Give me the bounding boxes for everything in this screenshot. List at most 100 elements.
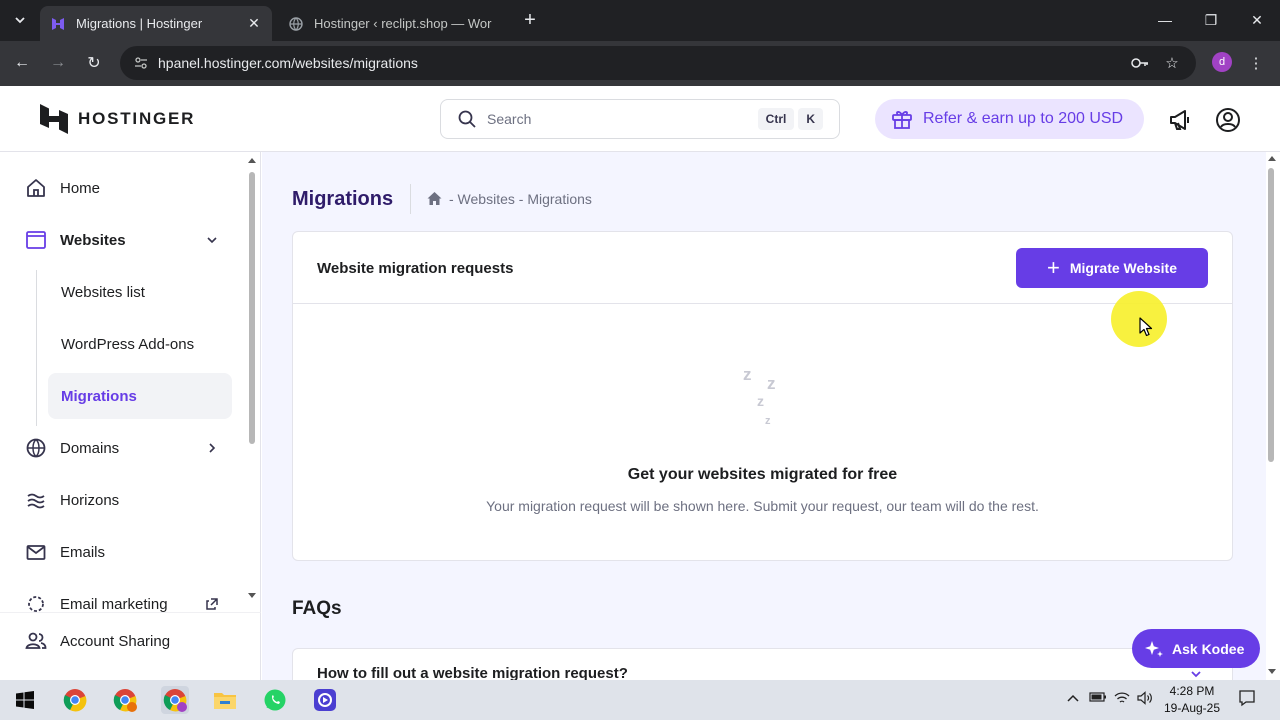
shortcut-k: K	[798, 108, 823, 130]
chrome-profile-n-icon[interactable]	[111, 686, 139, 714]
svg-text:z: z	[765, 415, 771, 427]
shortcut-ctrl: Ctrl	[757, 108, 795, 130]
submenu-line	[36, 270, 37, 426]
tab-close-icon[interactable]: ✕	[246, 15, 262, 32]
sidebar-item-label: Email marketing	[60, 595, 168, 613]
sidebar-item-domains[interactable]: Domains	[0, 422, 248, 474]
site-settings-icon[interactable]	[126, 56, 156, 70]
scroll-up-arrow-icon[interactable]	[1267, 154, 1277, 162]
sidebar-item-account-sharing[interactable]: Account Sharing	[0, 615, 248, 667]
hostinger-logo[interactable]: HOSTINGER	[40, 104, 195, 134]
migrate-website-button[interactable]: + Migrate Website	[1016, 248, 1208, 288]
chevron-down-icon	[1191, 671, 1201, 678]
browser-window-icon	[25, 229, 47, 251]
sidebar-item-horizons[interactable]: Horizons	[0, 474, 248, 526]
notification-icon[interactable]	[1238, 689, 1256, 710]
sleeping-zzz-icon: z z z z	[743, 365, 776, 427]
globe-favicon-icon	[288, 16, 304, 32]
sidebar-item-label: Home	[60, 179, 101, 197]
ask-kodee-label: Ask Kodee	[1172, 640, 1245, 657]
scroll-down-arrow-icon[interactable]	[1267, 668, 1277, 676]
plus-icon: +	[1047, 255, 1060, 280]
file-explorer-icon[interactable]	[211, 686, 239, 714]
clock-date: 19-Aug-25	[1163, 701, 1221, 715]
system-clock[interactable]: 4:28 PM 19-Aug-25	[1160, 683, 1224, 717]
speaker-icon[interactable]	[1137, 691, 1153, 708]
url-text: hpanel.hostinger.com/websites/migrations	[158, 55, 418, 71]
whatsapp-icon[interactable]	[261, 686, 289, 714]
sidebar-subitem-websites-list[interactable]: Websites list	[48, 269, 232, 315]
tab-search-icon[interactable]	[8, 8, 32, 32]
refer-earn-button[interactable]: Refer & earn up to 200 USD	[875, 99, 1144, 139]
sidebar-scrollbar-thumb[interactable]	[249, 172, 255, 444]
svg-text:z: z	[743, 365, 752, 384]
empty-state-description: Your migration request will be shown her…	[486, 498, 1039, 514]
tab-migrations[interactable]: Migrations | Hostinger ✕	[40, 6, 272, 41]
address-bar-row: ← → ↻ hpanel.hostinger.com/websites/migr…	[0, 41, 1280, 86]
forward-icon[interactable]: →	[44, 49, 72, 77]
omnibox[interactable]: hpanel.hostinger.com/websites/migrations	[120, 46, 1196, 80]
windows-start-icon[interactable]	[11, 686, 39, 714]
breadcrumb: - Websites - Migrations	[426, 190, 592, 207]
windows-taskbar: 4:28 PM 19-Aug-25	[0, 680, 1280, 720]
search-icon	[458, 110, 476, 128]
chevron-right-icon	[209, 443, 216, 453]
tab-title: Migrations | Hostinger	[76, 16, 203, 31]
tray-overflow-icon[interactable]	[1066, 691, 1080, 706]
minimize-icon[interactable]: —	[1142, 0, 1188, 40]
svg-text:z: z	[757, 393, 764, 409]
sidebar-item-label: Emails	[60, 543, 106, 561]
faq-item[interactable]: How to fill out a website migration requ…	[292, 648, 1233, 680]
faq-question: How to fill out a website migration requ…	[317, 665, 628, 680]
hostinger-logo-icon	[40, 104, 68, 134]
video-editor-icon[interactable]	[311, 686, 339, 714]
chrome-icon[interactable]	[61, 686, 89, 714]
card-title: Website migration requests	[317, 260, 514, 277]
reload-icon[interactable]: ↻	[80, 49, 108, 77]
empty-state-title: Get your websites migrated for free	[627, 466, 898, 483]
sidebar-item-emails[interactable]: Emails	[0, 526, 248, 578]
breadcrumb-home-icon[interactable]	[426, 190, 443, 207]
users-icon	[25, 630, 47, 652]
main-content: Migrations - Websites - Migrations Websi…	[262, 152, 1266, 680]
mouse-pointer-icon	[1139, 317, 1153, 337]
password-key-icon[interactable]	[1128, 51, 1152, 75]
megaphone-icon[interactable]	[1167, 107, 1193, 133]
globe-icon	[25, 437, 47, 459]
search-input[interactable]: Search Ctrl K	[440, 99, 840, 139]
app-header: HOSTINGER Search Ctrl K Refer & earn up …	[0, 87, 1280, 152]
back-icon[interactable]: ←	[8, 49, 36, 77]
profile-avatar[interactable]: d	[1212, 52, 1232, 72]
home-icon	[25, 177, 47, 199]
chrome-menu-icon[interactable]: ⋮	[1244, 51, 1268, 75]
sidebar-item-websites[interactable]: Websites	[0, 214, 248, 266]
breadcrumb-path[interactable]: - Websites - Migrations	[449, 191, 592, 207]
restore-icon[interactable]: ❐	[1188, 0, 1234, 40]
sparkle-icon	[1145, 640, 1163, 657]
sidebar-footer: Account Sharing	[0, 612, 261, 680]
horizons-icon	[25, 489, 47, 511]
main-scrollbar-thumb[interactable]	[1268, 168, 1274, 462]
refer-label: Refer & earn up to 200 USD	[923, 110, 1124, 127]
card-header: Website migration requests + Migrate Web…	[293, 232, 1232, 304]
new-tab-icon[interactable]: +	[518, 8, 542, 32]
search-placeholder: Search	[487, 111, 532, 127]
window-close-icon[interactable]: ✕	[1234, 0, 1280, 40]
faqs-heading: FAQs	[292, 598, 342, 619]
hostinger-favicon-icon	[50, 16, 66, 32]
battery-icon[interactable]	[1089, 691, 1107, 706]
sidebar-subitem-wordpress-addons[interactable]: WordPress Add-ons	[48, 321, 232, 367]
migrate-button-label: Migrate Website	[1069, 260, 1177, 276]
sidebar: Home Websites Websites list WordPress Ad…	[0, 152, 261, 680]
sidebar-item-home[interactable]: Home	[0, 162, 248, 214]
account-icon[interactable]	[1215, 107, 1241, 133]
chrome-profile-d-icon[interactable]	[161, 686, 189, 714]
sidebar-item-label: Domains	[60, 439, 120, 457]
sidebar-item-label: Horizons	[60, 491, 120, 509]
bookmark-star-icon[interactable]: ☆	[1160, 51, 1184, 75]
external-link-icon	[206, 598, 218, 610]
sidebar-subitem-migrations[interactable]: Migrations	[48, 373, 232, 419]
wifi-icon[interactable]	[1114, 691, 1130, 708]
tab-wordpress[interactable]: Hostinger ‹ reclipt.shop — Wor	[278, 6, 510, 41]
ask-kodee-button[interactable]: Ask Kodee	[1132, 629, 1260, 668]
